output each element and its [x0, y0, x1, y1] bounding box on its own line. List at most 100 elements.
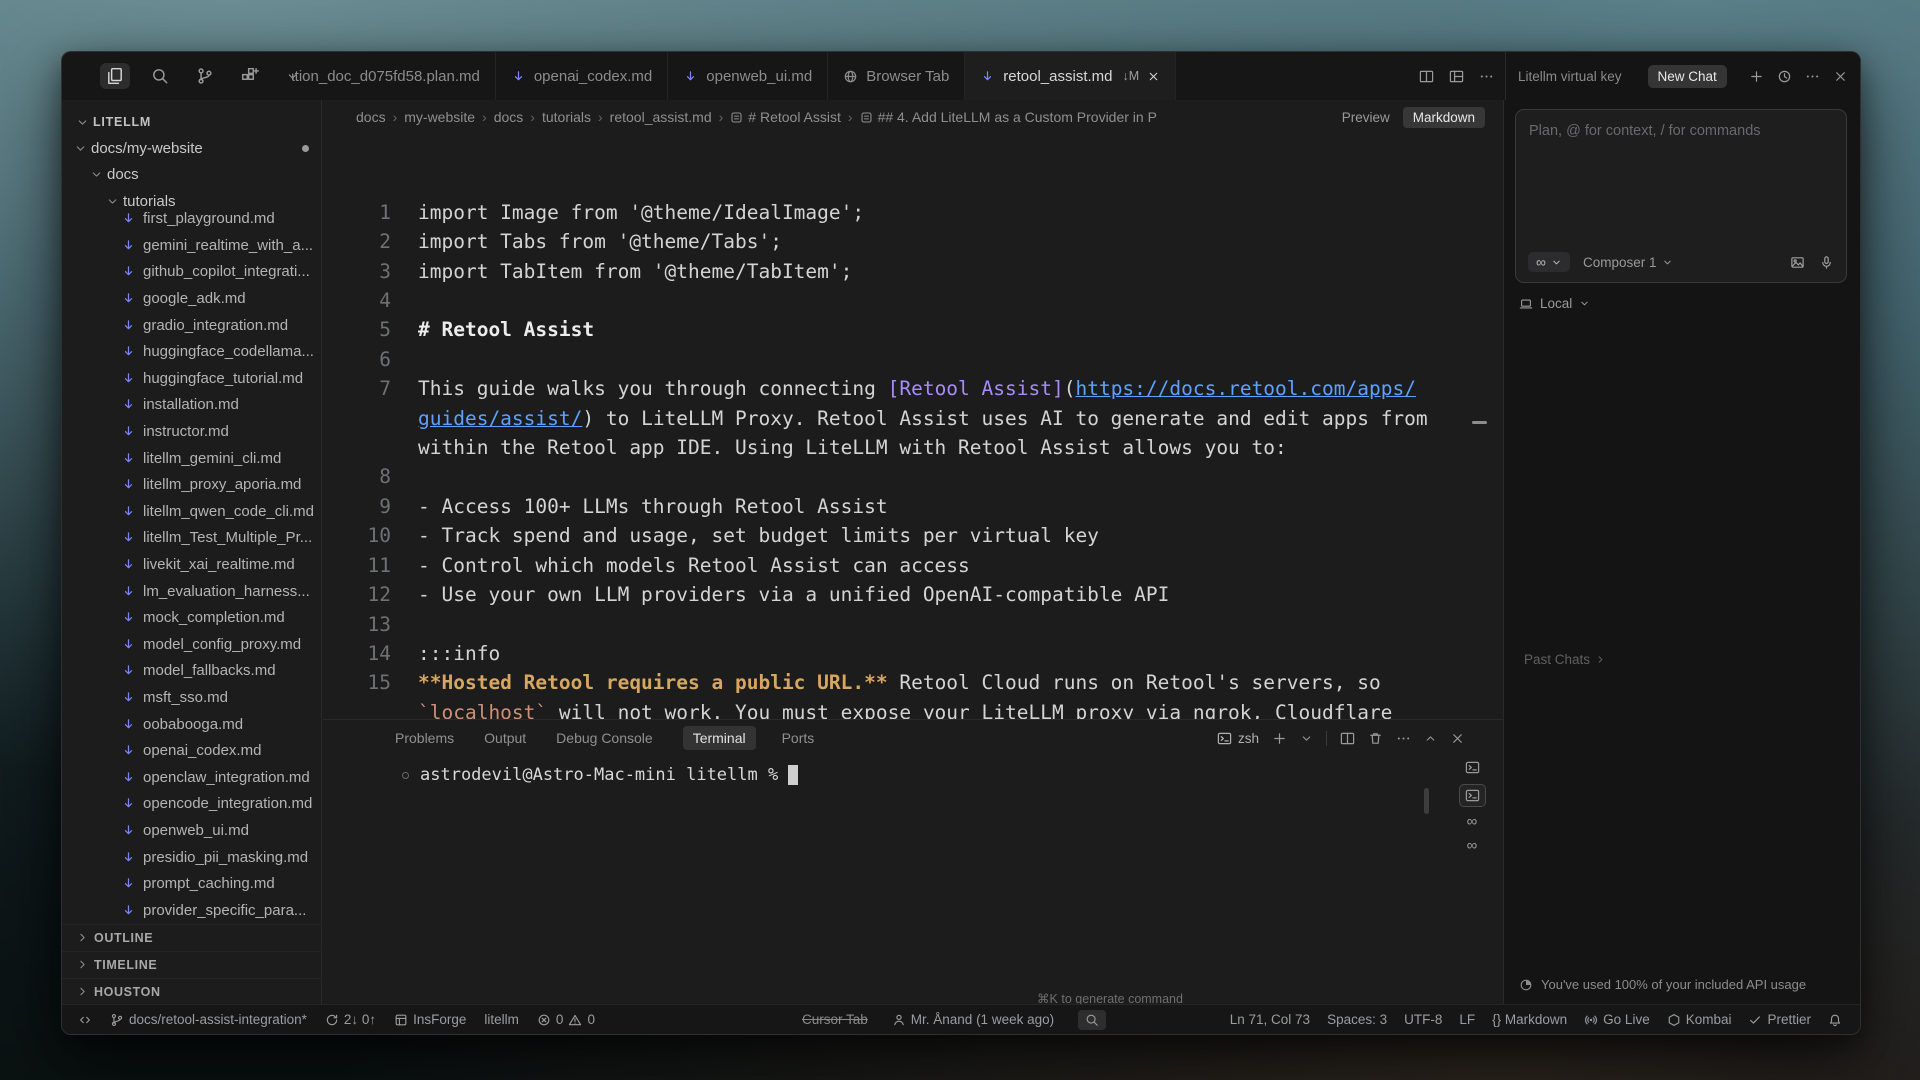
tree-file[interactable]: provider_specific_para...	[62, 897, 321, 924]
panel-tab-ports[interactable]: Ports	[782, 730, 815, 746]
tree-file[interactable]: google_adk.md	[62, 285, 321, 312]
status-kombai[interactable]: Kombai	[1667, 1012, 1732, 1027]
markdown-mode-pill[interactable]: Markdown	[1403, 107, 1485, 128]
editor-tab[interactable]: openweb_ui.md	[668, 52, 828, 100]
terminal-scrollbar-thumb[interactable]	[1424, 788, 1429, 814]
status-litellm[interactable]: litellm	[484, 1012, 519, 1027]
panel-tab-problems[interactable]: Problems	[395, 730, 454, 746]
terminal-instance[interactable]	[1459, 784, 1486, 807]
tree-file[interactable]: huggingface_tutorial.md	[62, 365, 321, 392]
activity-source-control[interactable]	[190, 63, 220, 89]
past-chats[interactable]: Past Chats	[1524, 652, 1606, 667]
status-encoding[interactable]: UTF-8	[1404, 1012, 1442, 1027]
tree-file[interactable]: prompt_caching.md	[62, 870, 321, 897]
status-git-sync[interactable]: 2↓ 0↑	[325, 1012, 376, 1027]
breadcrumb-item[interactable]: docs	[494, 109, 524, 125]
tree-folder-docs-my-website[interactable]: docs/my-website	[62, 135, 321, 162]
tree-file[interactable]: presidio_pii_masking.md	[62, 844, 321, 871]
composer-selector[interactable]: Composer 1	[1583, 255, 1673, 270]
terminal-instance-infinity[interactable]: ∞	[1462, 836, 1483, 855]
tree-file[interactable]: openweb_ui.md	[62, 817, 321, 844]
run-mode-selector[interactable]: Local	[1519, 296, 1590, 311]
breadcrumb-item[interactable]: # Retool Assist	[730, 109, 841, 125]
activity-files[interactable]	[100, 63, 130, 89]
status-go-live[interactable]: Go Live	[1584, 1012, 1650, 1027]
panel-tab-debug-console[interactable]: Debug Console	[556, 730, 653, 746]
explorer-section-header[interactable]: LITELLM	[62, 109, 321, 135]
plus-icon[interactable]	[1272, 731, 1287, 746]
tree-file[interactable]: github_copilot_integrati...	[62, 259, 321, 286]
chevron-down-icon[interactable]	[1300, 732, 1313, 745]
status-search-toggle[interactable]	[1078, 1010, 1106, 1030]
tree-file[interactable]: msft_sso.md	[62, 684, 321, 711]
close-icon[interactable]	[1147, 70, 1160, 83]
tree-file[interactable]: instructor.md	[62, 418, 321, 445]
breadcrumb-item[interactable]: retool_assist.md	[610, 109, 712, 125]
chat-input-box[interactable]: Plan, @ for context, / for commands ∞ Co…	[1515, 109, 1847, 283]
breadcrumb-item[interactable]: docs	[356, 109, 386, 125]
editor-tab[interactable]: openai_codex.md	[496, 52, 668, 100]
breadcrumb-item[interactable]: my-website	[404, 109, 475, 125]
tree-file[interactable]: livekit_xai_realtime.md	[62, 551, 321, 578]
trash-icon[interactable]	[1368, 731, 1383, 746]
tree-file[interactable]: model_config_proxy.md	[62, 631, 321, 658]
code-editor[interactable]: 1import Image from '@theme/IdealImage';2…	[323, 134, 1503, 721]
tree-file[interactable]: installation.md	[62, 392, 321, 419]
tree-file[interactable]: openclaw_integration.md	[62, 764, 321, 791]
tree-file[interactable]: oobabooga.md	[62, 711, 321, 738]
tree-file[interactable]: litellm_Test_Multiple_Pr...	[62, 525, 321, 552]
breadcrumb-item[interactable]: ## 4. Add LiteLLM as a Custom Provider i…	[860, 109, 1157, 125]
panel-tab-terminal[interactable]: Terminal	[683, 726, 756, 750]
status-eol[interactable]: LF	[1459, 1012, 1475, 1027]
tree-file[interactable]: mock_completion.md	[62, 604, 321, 631]
tree-file[interactable]: openai_codex.md	[62, 737, 321, 764]
chat-tab-title[interactable]: Litellm virtual key	[1518, 69, 1622, 84]
status-notifications[interactable]	[1828, 1013, 1842, 1027]
tree-file[interactable]: model_fallbacks.md	[62, 658, 321, 685]
activity-search[interactable]	[145, 63, 175, 89]
terminal-instance-infinity[interactable]: ∞	[1462, 812, 1483, 831]
chat-close-icon[interactable]	[1833, 69, 1848, 84]
tree-file[interactable]: litellm_proxy_aporia.md	[62, 471, 321, 498]
agent-mode-pill[interactable]: ∞	[1528, 252, 1570, 272]
ellipsis-icon[interactable]	[1396, 731, 1411, 746]
editor-tab[interactable]: Browser Tab	[828, 52, 965, 100]
status-language-mode[interactable]: {} Markdown	[1492, 1012, 1567, 1027]
editor-tab[interactable]: retool_assist.md↓M	[965, 52, 1176, 100]
status-git-blame[interactable]: Mr. Ånand (1 week ago)	[892, 1012, 1054, 1027]
activity-extensions[interactable]	[235, 63, 265, 89]
editor-tab[interactable]: gration_doc_d075fd58.plan.md	[292, 52, 496, 100]
tree-file[interactable]: first_playground.md	[62, 206, 321, 233]
chat-more-icon[interactable]	[1805, 69, 1820, 84]
split-editor-icon[interactable]	[1340, 731, 1355, 746]
layout-icon[interactable]	[1449, 69, 1464, 84]
split-editor-icon[interactable]	[1419, 69, 1434, 84]
tree-file[interactable]: huggingface_codellama...	[62, 338, 321, 365]
new-chat-tab[interactable]: New Chat	[1648, 65, 1727, 88]
terminal-body[interactable]: astrodevil@Astro-Mac-mini litellm % ⌘K t…	[323, 765, 1503, 1013]
tree-file[interactable]: gradio_integration.md	[62, 312, 321, 339]
sidebar-section-outline[interactable]: OUTLINE	[62, 924, 321, 951]
chevron-up-icon[interactable]	[1424, 732, 1437, 745]
status-cursor-position[interactable]: Ln 71, Col 73	[1230, 1012, 1310, 1027]
chat-history-icon[interactable]	[1777, 69, 1792, 84]
status-prettier[interactable]: Prettier	[1748, 1012, 1811, 1027]
breadcrumb-item[interactable]: tutorials	[542, 109, 591, 125]
tree-file[interactable]: opencode_integration.md	[62, 791, 321, 818]
tree-file[interactable]: litellm_qwen_code_cli.md	[62, 498, 321, 525]
status-insforge[interactable]: InsForge	[394, 1012, 466, 1027]
status-git-branch[interactable]: docs/retool-assist-integration*	[110, 1012, 307, 1027]
tree-file[interactable]: litellm_gemini_cli.md	[62, 445, 321, 472]
sidebar-section-houston[interactable]: HOUSTON	[62, 978, 321, 1004]
sidebar-section-timeline[interactable]: TIMELINE	[62, 951, 321, 978]
close-icon[interactable]	[1450, 731, 1465, 746]
status-problems[interactable]: 00	[537, 1012, 595, 1027]
status-remote-indicator[interactable]	[78, 1013, 92, 1027]
tree-file[interactable]: lm_evaluation_harness...	[62, 578, 321, 605]
tree-file[interactable]: gemini_realtime_with_a...	[62, 232, 321, 259]
tree-folder-docs[interactable]: docs	[62, 162, 321, 189]
preview-toggle[interactable]: Preview	[1342, 110, 1390, 125]
status-indentation[interactable]: Spaces: 3	[1327, 1012, 1387, 1027]
new-chat-icon[interactable]	[1749, 69, 1764, 84]
attach-image-icon[interactable]	[1790, 255, 1805, 270]
